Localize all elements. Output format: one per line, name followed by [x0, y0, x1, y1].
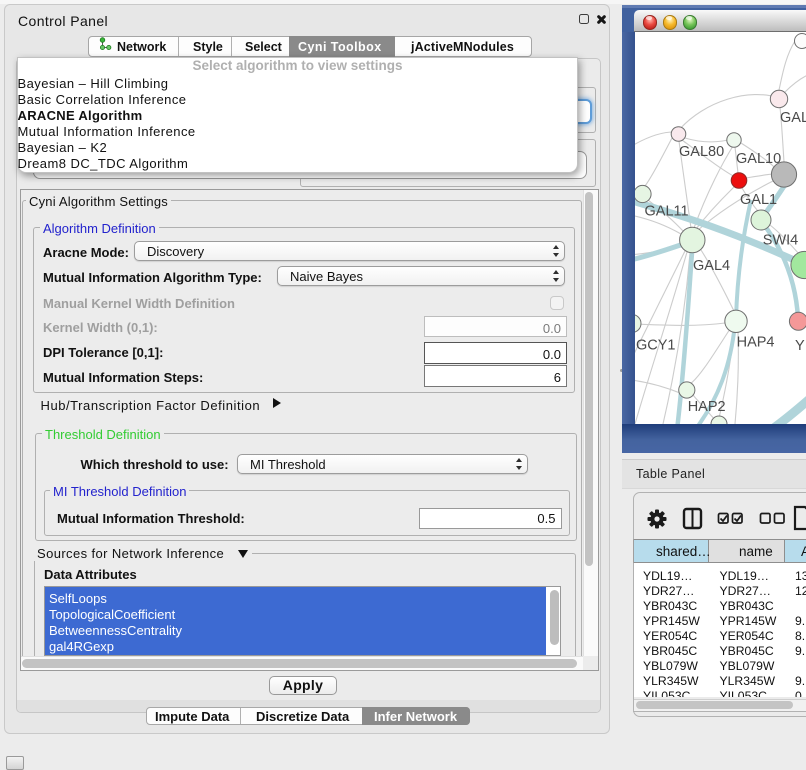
svg-text:HAP4: HAP4	[737, 335, 775, 351]
svg-text:GAL4: GAL4	[693, 258, 730, 274]
svg-text:GAL80: GAL80	[679, 144, 724, 160]
svg-text:SWI4: SWI4	[763, 233, 798, 249]
svg-text:Y: Y	[795, 338, 805, 354]
svg-text:GAL1: GAL1	[740, 192, 777, 208]
svg-text:GAL10: GAL10	[736, 151, 781, 167]
svg-text:HAP2: HAP2	[688, 399, 726, 415]
svg-text:GAL11: GAL11	[645, 204, 689, 220]
svg-text:GAL7: GAL7	[780, 110, 806, 126]
svg-text:GCY1: GCY1	[636, 338, 676, 354]
